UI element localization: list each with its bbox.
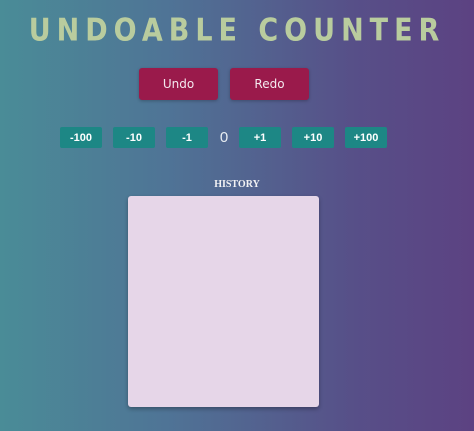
page-title: UNDOABLE COUNTER (28, 12, 446, 49)
history-list (128, 196, 319, 407)
increment-1-button[interactable]: +1 (239, 127, 281, 148)
history-label: HISTORY (214, 179, 260, 190)
decrement-100-button[interactable]: -100 (60, 127, 102, 148)
increment-10-button[interactable]: +10 (292, 127, 334, 148)
undo-button[interactable]: Undo (139, 68, 218, 100)
increment-100-button[interactable]: +100 (345, 127, 387, 148)
redo-button[interactable]: Redo (230, 68, 309, 100)
decrement-1-button[interactable]: -1 (166, 127, 208, 148)
decrement-10-button[interactable]: -10 (113, 127, 155, 148)
counter-value: 0 (219, 129, 229, 146)
